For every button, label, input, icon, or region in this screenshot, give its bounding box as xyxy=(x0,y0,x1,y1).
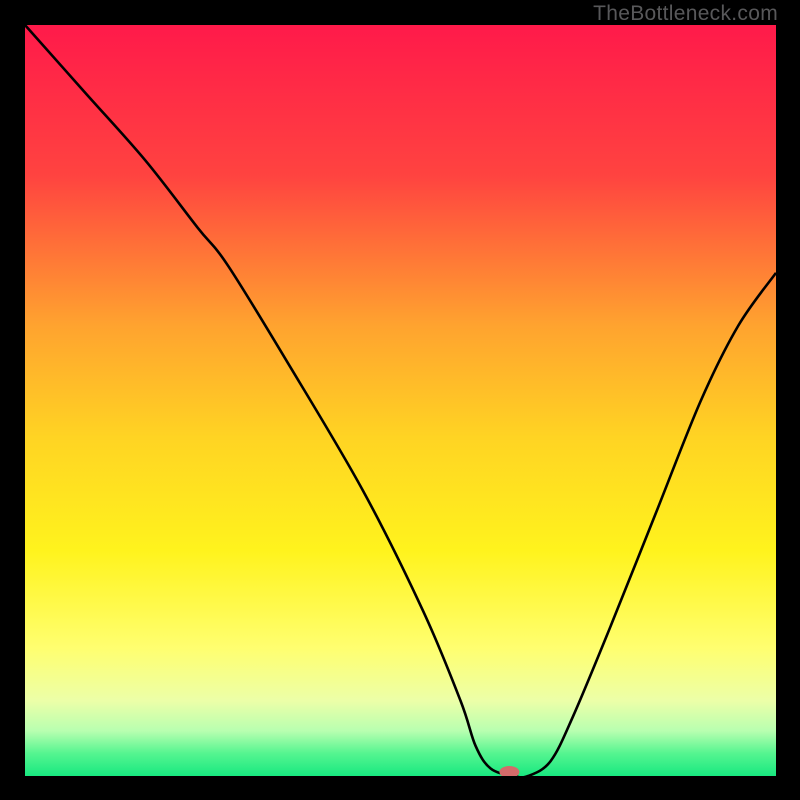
chart-frame: TheBottleneck.com xyxy=(0,0,800,800)
watermark-label: TheBottleneck.com xyxy=(593,2,778,26)
chart-background xyxy=(25,25,776,776)
chart-plot-area xyxy=(25,25,776,776)
chart-svg xyxy=(25,25,776,776)
